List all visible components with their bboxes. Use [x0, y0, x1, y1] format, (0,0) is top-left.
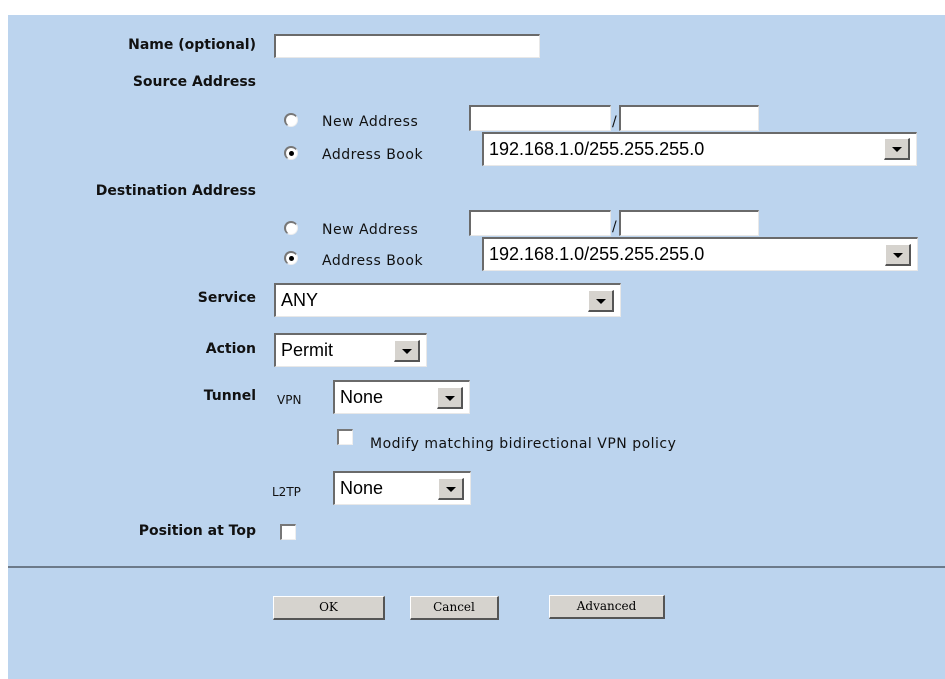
action-value: Permit	[281, 340, 334, 360]
service-dropdown-arrow-icon[interactable]	[588, 290, 614, 312]
name-input[interactable]	[274, 34, 540, 58]
source-address-book-label: Address Book	[322, 147, 424, 163]
source-separator: /	[612, 114, 618, 130]
vpn-value: None	[340, 387, 384, 407]
source-address-book-radio[interactable]	[284, 146, 298, 160]
source-address-label: Source Address	[132, 74, 256, 90]
source-dropdown-arrow-icon[interactable]	[884, 138, 910, 160]
policy-form-panel: Name (optional) Source Address New Addre…	[8, 15, 945, 679]
l2tp-dropdown-arrow-icon[interactable]	[438, 478, 464, 500]
advanced-button[interactable]: Advanced	[549, 595, 665, 619]
action-select[interactable]: Permit	[274, 333, 427, 367]
l2tp-label: L2TP	[272, 485, 301, 499]
destination-new-address-mask-input[interactable]	[619, 210, 759, 236]
vpn-select[interactable]: None	[333, 380, 470, 414]
name-label: Name (optional)	[128, 37, 256, 53]
position-at-top-checkbox[interactable]	[280, 524, 296, 540]
source-address-book-value: 192.168.1.0/255.255.255.0	[489, 139, 705, 159]
divider	[8, 566, 945, 568]
destination-separator: /	[612, 219, 618, 235]
l2tp-select[interactable]: None	[333, 471, 471, 505]
destination-new-address-ip-input[interactable]	[469, 210, 611, 236]
source-new-address-radio[interactable]	[284, 113, 298, 127]
destination-dropdown-arrow-icon[interactable]	[885, 244, 911, 266]
position-at-top-label: Position at Top	[138, 523, 256, 539]
destination-address-book-value: 192.168.1.0/255.255.255.0	[489, 244, 705, 264]
destination-address-book-label: Address Book	[322, 253, 424, 269]
source-address-book-select[interactable]: 192.168.1.0/255.255.255.0	[482, 132, 917, 166]
ok-button[interactable]: OK	[273, 596, 385, 620]
service-value: ANY	[281, 290, 319, 310]
l2tp-value: None	[340, 478, 384, 498]
modify-bidirectional-vpn-label: Modify matching bidirectional VPN policy	[370, 436, 677, 452]
modify-bidirectional-vpn-checkbox[interactable]	[337, 429, 353, 445]
source-new-address-mask-input[interactable]	[619, 105, 759, 131]
destination-new-address-radio[interactable]	[284, 221, 298, 235]
vpn-dropdown-arrow-icon[interactable]	[437, 387, 463, 409]
source-new-address-ip-input[interactable]	[469, 105, 611, 131]
service-select[interactable]: ANY	[274, 283, 621, 317]
destination-address-book-select[interactable]: 192.168.1.0/255.255.255.0	[482, 237, 918, 271]
cancel-button[interactable]: Cancel	[410, 596, 499, 620]
destination-address-book-radio[interactable]	[284, 251, 298, 265]
destination-new-address-label: New Address	[322, 222, 419, 238]
source-new-address-label: New Address	[322, 114, 419, 130]
destination-address-label: Destination Address	[95, 183, 256, 199]
action-dropdown-arrow-icon[interactable]	[394, 340, 420, 362]
tunnel-label: Tunnel	[203, 388, 256, 404]
action-label: Action	[205, 341, 256, 357]
vpn-label: VPN	[277, 393, 302, 407]
service-label: Service	[197, 290, 256, 306]
